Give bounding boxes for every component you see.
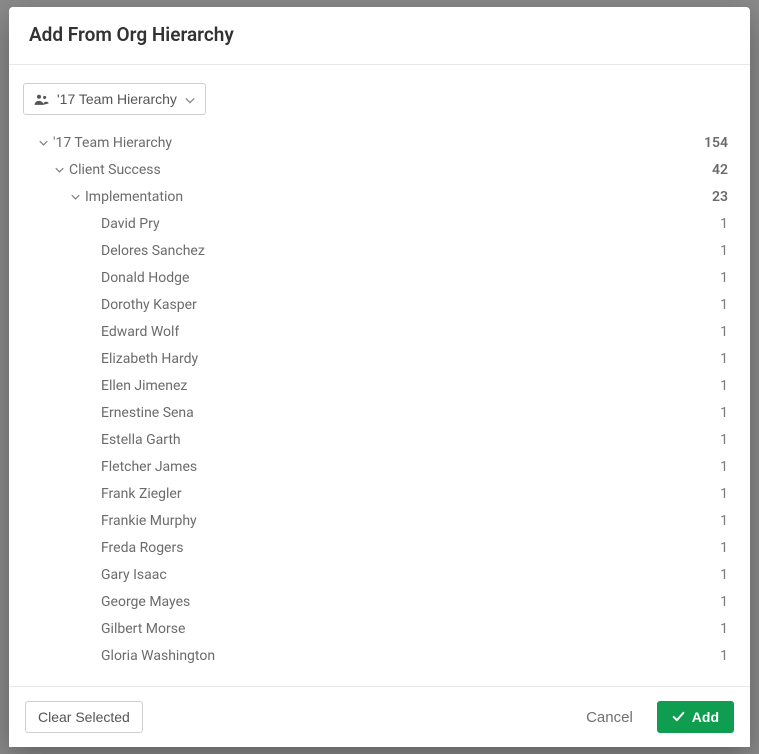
modal-header: Add From Org Hierarchy: [9, 7, 750, 65]
tree-row-count: 1: [720, 216, 728, 232]
tree-row-label: Ernestine Sena: [101, 405, 194, 421]
tree-row[interactable]: George Mayes 1: [9, 588, 746, 615]
tree-row[interactable]: Donald Hodge 1: [9, 264, 746, 291]
tree-row-label: Frank Ziegler: [101, 486, 182, 502]
tree-row-count: 1: [720, 378, 728, 394]
tree-row-count: 1: [720, 351, 728, 367]
tree-row-label: Freda Rogers: [101, 540, 183, 556]
tree-row-label: Ellen Jimenez: [101, 378, 187, 394]
tree-row-label: '17 Team Hierarchy: [53, 135, 172, 151]
tree-row-count: 1: [720, 513, 728, 529]
tree-row-count: 1: [720, 459, 728, 475]
tree-row-count: 1: [720, 567, 728, 583]
tree-row-count: 23: [712, 189, 728, 205]
tree-row[interactable]: Estella Garth 1: [9, 426, 746, 453]
tree-row[interactable]: Ernestine Sena 1: [9, 399, 746, 426]
tree-row[interactable]: Delores Sanchez 1: [9, 237, 746, 264]
tree-row-label: Gary Isaac: [101, 567, 167, 583]
clear-selected-button[interactable]: Clear Selected: [25, 701, 143, 733]
tree-row-count: 1: [720, 324, 728, 340]
tree-row[interactable]: Frank Ziegler 1: [9, 480, 746, 507]
tree-row-label: Gloria Washington: [101, 648, 215, 664]
tree-row-label: Gilbert Morse: [101, 621, 185, 637]
tree-row-label: David Pry: [101, 216, 160, 232]
hierarchy-tree[interactable]: '17 Team Hierarchy 154 Client Success 42 Imp…: [9, 129, 750, 686]
tree-row[interactable]: Implementation 23: [9, 183, 746, 210]
tree-row-label: Client Success: [69, 162, 161, 178]
tree-row[interactable]: Dorothy Kasper 1: [9, 291, 746, 318]
tree-row-count: 1: [720, 405, 728, 421]
hierarchy-selector-row: '17 Team Hierarchy: [9, 65, 750, 129]
modal-title: Add From Org Hierarchy: [29, 23, 730, 46]
tree-row[interactable]: Gilbert Morse 1: [9, 615, 746, 642]
tree-row-count: 1: [720, 594, 728, 610]
tree-row[interactable]: David Pry 1: [9, 210, 746, 237]
tree-row[interactable]: Ellen Jimenez 1: [9, 372, 746, 399]
chevron-down-icon[interactable]: [37, 140, 49, 146]
tree-row-label: Estella Garth: [101, 432, 181, 448]
tree-row[interactable]: Elizabeth Hardy 1: [9, 345, 746, 372]
tree-row-count: 1: [720, 621, 728, 637]
tree-row-label: Donald Hodge: [101, 270, 189, 286]
tree-row-label: Delores Sanchez: [101, 243, 205, 259]
check-icon: [672, 710, 686, 724]
tree-row-count: 1: [720, 432, 728, 448]
cancel-button[interactable]: Cancel: [582, 702, 637, 733]
tree-row-label: George Mayes: [101, 594, 190, 610]
tree-row-count: 1: [720, 540, 728, 556]
tree-row[interactable]: Edward Wolf 1: [9, 318, 746, 345]
tree-row-label: Frankie Murphy: [101, 513, 197, 529]
add-button-label: Add: [692, 709, 719, 725]
tree-row[interactable]: Fletcher James 1: [9, 453, 746, 480]
tree-row-label: Fletcher James: [101, 459, 197, 475]
add-button[interactable]: Add: [657, 701, 734, 733]
hierarchy-select[interactable]: '17 Team Hierarchy: [23, 83, 206, 115]
tree-row[interactable]: Frankie Murphy 1: [9, 507, 746, 534]
add-from-org-hierarchy-modal: Add From Org Hierarchy '17 Team Hierarch…: [9, 7, 750, 747]
chevron-down-icon[interactable]: [69, 194, 81, 200]
tree-row-count: 1: [720, 648, 728, 664]
tree-row-count: 154: [704, 135, 728, 151]
chevron-down-icon: [185, 91, 195, 107]
tree-row-count: 1: [720, 270, 728, 286]
tree-row-label: Dorothy Kasper: [101, 297, 197, 313]
tree-row-label: Elizabeth Hardy: [101, 351, 198, 367]
tree-row[interactable]: '17 Team Hierarchy 154: [9, 129, 746, 156]
tree-row-label: Implementation: [85, 189, 183, 205]
chevron-down-icon[interactable]: [53, 167, 65, 173]
tree-row-count: 42: [712, 162, 728, 178]
tree-row[interactable]: Client Success 42: [9, 156, 746, 183]
modal-body: '17 Team Hierarchy '17 Team Hierarchy 154…: [9, 65, 750, 686]
tree-row[interactable]: Gloria Washington 1: [9, 642, 746, 669]
tree-row-count: 1: [720, 486, 728, 502]
team-icon: [34, 93, 49, 106]
modal-footer: Clear Selected Cancel Add: [9, 686, 750, 747]
tree-row[interactable]: Gary Isaac 1: [9, 561, 746, 588]
tree-row[interactable]: Freda Rogers 1: [9, 534, 746, 561]
tree-row-label: Edward Wolf: [101, 324, 179, 340]
tree-row-count: 1: [720, 297, 728, 313]
hierarchy-select-label: '17 Team Hierarchy: [57, 91, 177, 107]
tree-row-count: 1: [720, 243, 728, 259]
